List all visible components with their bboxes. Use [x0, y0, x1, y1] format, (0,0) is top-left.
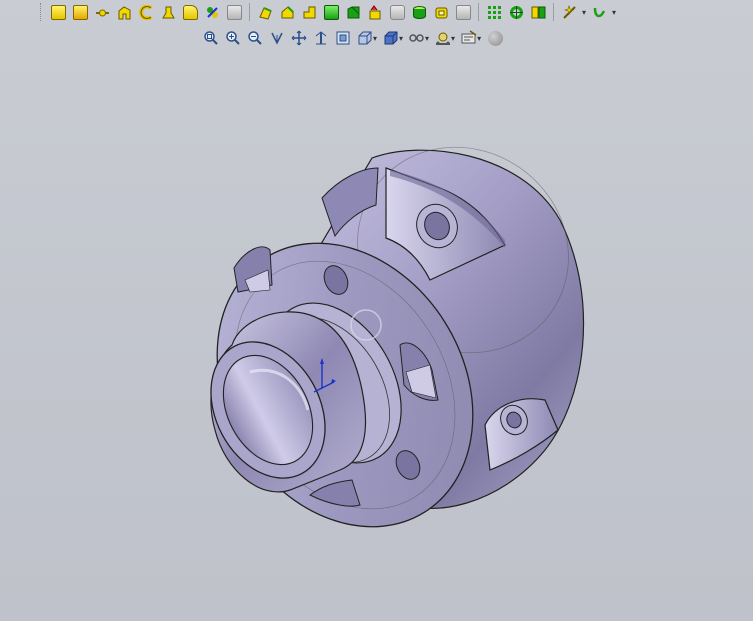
view-settings-icon — [461, 30, 477, 44]
pan-icon — [291, 30, 307, 46]
smart-dimension-button[interactable] — [70, 2, 90, 22]
toolbar-separator — [478, 3, 479, 21]
lofted-boss-button[interactable] — [180, 2, 200, 22]
mirror-icon — [509, 5, 523, 19]
toolbar-separator — [249, 3, 250, 21]
lofted-boss-icon — [182, 4, 198, 20]
linear-pattern-icon — [455, 4, 471, 20]
lofted-cut-button[interactable] — [299, 2, 319, 22]
apply-scene-dropdown-arrow[interactable]: ▾ — [451, 34, 455, 43]
rib-button[interactable] — [365, 2, 385, 22]
circular-pattern-button[interactable] — [484, 2, 504, 22]
chamfer-icon — [347, 6, 359, 18]
boundary-boss-button[interactable] — [202, 2, 222, 22]
zoom-to-fit-icon — [204, 31, 218, 45]
reference-geometry-icon — [531, 6, 545, 18]
extruded-cut-icon — [226, 4, 242, 20]
zoom-in-out-button[interactable] — [244, 28, 266, 48]
sketch-button[interactable] — [48, 2, 68, 22]
revolved-cut-icon — [258, 6, 272, 20]
spline-button[interactable] — [589, 2, 609, 22]
swept-boss-icon — [161, 6, 175, 18]
apply-scene-icon — [436, 32, 451, 45]
display-style-icon — [358, 31, 372, 45]
view-orientation-button[interactable] — [332, 28, 354, 48]
circular-pattern-icon — [487, 5, 501, 19]
revolved-cut-button[interactable] — [255, 2, 275, 22]
revolve-icon — [138, 4, 152, 20]
toolbar-grip[interactable] — [40, 3, 43, 21]
sketch-icon — [50, 4, 66, 20]
extruded-cut-button[interactable] — [224, 2, 244, 22]
section-view-button[interactable] — [310, 28, 332, 48]
dome-icon — [435, 7, 447, 18]
curves-dropdown-arrow[interactable]: ▾ — [582, 8, 586, 17]
display-style-dropdown-arrow[interactable]: ▾ — [373, 34, 377, 43]
zoom-to-area-button[interactable] — [222, 28, 244, 48]
spline-icon — [593, 7, 605, 17]
spline-dropdown-arrow[interactable]: ▾ — [612, 8, 616, 17]
fillet-button[interactable] — [321, 2, 341, 22]
draft-button[interactable] — [409, 2, 429, 22]
revolve-button[interactable] — [136, 2, 156, 22]
rotate-view-icon — [271, 32, 283, 45]
chamfer-button[interactable] — [343, 2, 363, 22]
toolbar-separator — [553, 3, 554, 21]
realview-icon — [487, 30, 503, 46]
curves-icon — [562, 4, 576, 19]
features-toolbar: ▾ ▾ — [0, 0, 753, 24]
edit-appearance-dropdown-arrow[interactable]: ▾ — [425, 34, 429, 43]
swept-cut-icon — [281, 5, 294, 18]
shell-button[interactable] — [387, 2, 407, 22]
heads-up-view-toolbar: ▾ ▾ ▾ ▾ ▾ — [200, 27, 506, 49]
fillet-icon — [323, 4, 339, 20]
realview-button[interactable] — [484, 28, 506, 48]
extruded-boss-icon — [118, 5, 130, 19]
zoom-in-out-icon — [248, 31, 262, 45]
part-model[interactable] — [0, 50, 753, 621]
section-view-icon — [315, 31, 327, 45]
zoom-to-fit-button[interactable] — [200, 28, 222, 48]
shell-icon — [389, 4, 405, 20]
rib-icon — [369, 4, 380, 19]
line-icon — [95, 9, 109, 16]
linear-pattern-button[interactable] — [453, 2, 473, 22]
rotate-view-button[interactable] — [266, 28, 288, 48]
boundary-boss-icon — [206, 6, 218, 18]
view-orientation-icon — [336, 31, 350, 45]
lofted-cut-icon — [303, 6, 315, 18]
zoom-to-area-icon — [226, 31, 240, 45]
reference-geometry-button[interactable] — [528, 2, 548, 22]
swept-cut-button[interactable] — [277, 2, 297, 22]
extruded-boss-button[interactable] — [114, 2, 134, 22]
mirror-button[interactable] — [506, 2, 526, 22]
draft-icon — [412, 5, 426, 19]
graphics-area[interactable] — [0, 50, 753, 621]
hide-show-items-icon — [384, 31, 398, 45]
curves-button[interactable] — [559, 2, 579, 22]
dome-button[interactable] — [431, 2, 451, 22]
pan-button[interactable] — [288, 28, 310, 48]
view-settings-dropdown-arrow[interactable]: ▾ — [477, 34, 481, 43]
edit-appearance-icon — [409, 34, 424, 42]
line-button[interactable] — [92, 2, 112, 22]
hide-show-dropdown-arrow[interactable]: ▾ — [399, 34, 403, 43]
swept-boss-button[interactable] — [158, 2, 178, 22]
smart-dimension-icon — [72, 4, 88, 20]
